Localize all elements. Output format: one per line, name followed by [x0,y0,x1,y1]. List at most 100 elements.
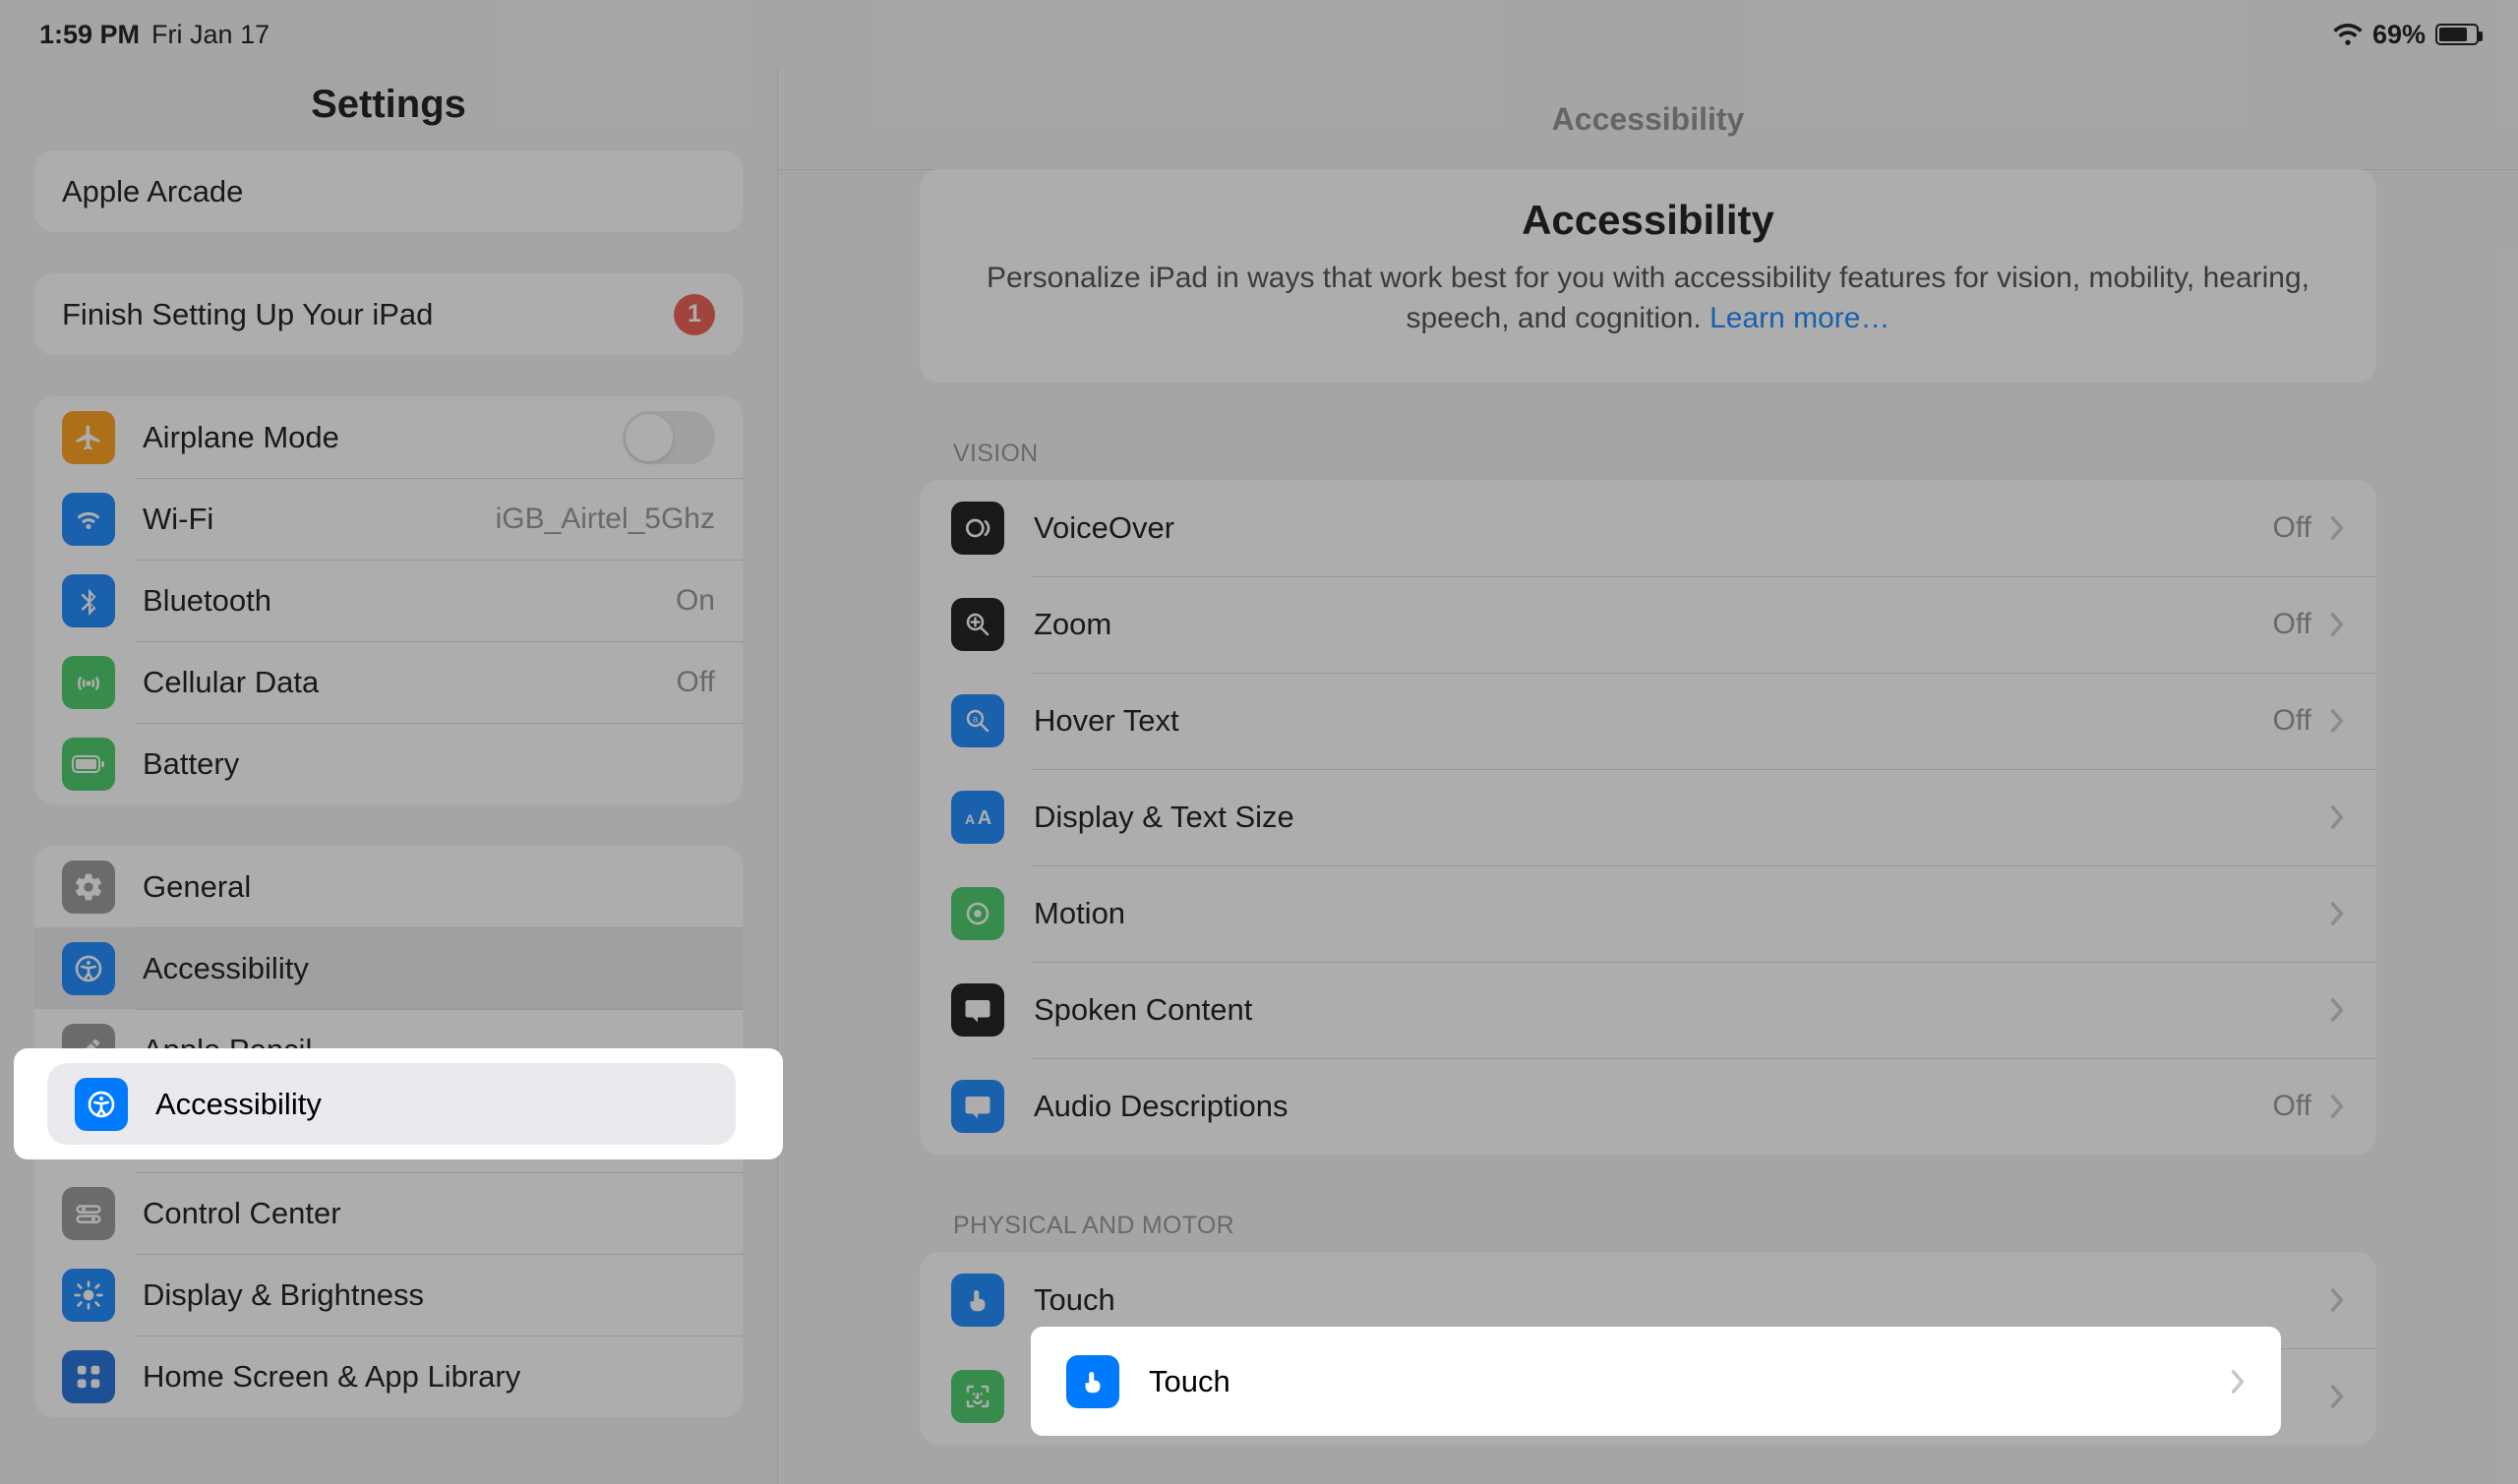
sidebar-item-bluetooth[interactable]: Bluetooth On [34,560,743,641]
sidebar-item-apple-arcade[interactable]: Apple Arcade [34,150,743,232]
gear-icon [62,861,115,914]
detail-item-hover-text[interactable]: a Hover Text Off [920,673,2376,769]
row-label: Finish Setting Up Your iPad [62,297,433,332]
settings-sidebar: Settings Apple Arcade Finish Setting Up … [0,69,777,1484]
row-value: Off [2273,511,2311,545]
zoom-icon [951,598,1004,651]
row-label: Audio Descriptions [1034,1089,1288,1124]
row-value: Off [2273,704,2311,738]
detail-item-display-text-size[interactable]: AA Display & Text Size [920,769,2376,865]
row-label: Control Center [143,1196,341,1231]
detail-item-spoken-content[interactable]: Spoken Content [920,962,2376,1058]
row-label: Motion [1034,896,1125,931]
text-size-icon: AA [951,791,1004,844]
home-grid-icon [62,1350,115,1403]
faceid-icon [951,1370,1004,1423]
camera-icon [62,1105,115,1158]
sidebar-item-apple-pencil[interactable]: Apple Pencil [34,1009,743,1091]
detail-pane: Accessibility Accessibility Personalize … [777,69,2518,1484]
status-date: Fri Jan 17 [151,20,270,50]
motion-icon [951,887,1004,940]
row-label: Accessibility [143,951,309,986]
sidebar-item-home-screen[interactable]: Home Screen & App Library [34,1336,743,1417]
status-bar: 1:59 PM Fri Jan 17 69% [0,0,2518,69]
audio-desc-icon [951,1080,1004,1133]
row-label: Apple Arcade [62,174,243,209]
sidebar-title: Settings [34,83,743,127]
airplane-icon [62,411,115,464]
row-label: Airplane Mode [143,420,339,455]
row-label: VoiceOver [1034,510,1174,546]
detail-item-voiceover[interactable]: VoiceOver Off [920,480,2376,576]
row-label: Touch [1034,1282,1115,1318]
section-vision-title: Vision [953,440,2376,468]
pencil-icon [62,1024,115,1077]
battery-icon [62,738,115,791]
wifi-icon [62,493,115,546]
row-value: Off [677,666,715,699]
hero-description: Personalize iPad in ways that work best … [963,258,2333,339]
hover-text-icon: a [951,694,1004,747]
detail-item-touch[interactable]: Touch [920,1252,2376,1348]
brightness-icon [62,1269,115,1322]
status-time: 1:59 PM [39,20,140,50]
svg-text:a: a [973,714,979,725]
row-label: Face ID & Attention [1034,1379,1296,1414]
row-label: Bluetooth [143,583,271,619]
sidebar-item-cellular[interactable]: Cellular Data Off [34,641,743,723]
bluetooth-icon [62,574,115,627]
chevron-right-icon [2329,515,2345,541]
svg-text:A: A [965,811,975,827]
battery-pct: 69% [2372,20,2426,50]
sidebar-item-accessibility[interactable]: Accessibility [34,927,743,1009]
row-label: Hover Text [1034,703,1179,739]
row-label: Cellular Data [143,665,319,700]
row-value: Off [2273,608,2311,641]
chevron-right-icon [2329,612,2345,637]
sidebar-item-display-brightness[interactable]: Display & Brightness [34,1254,743,1336]
sidebar-item-finish-setup[interactable]: Finish Setting Up Your iPad 1 [34,273,743,355]
notification-badge: 1 [674,294,715,335]
detail-item-audio-descriptions[interactable]: Audio Descriptions Off [920,1058,2376,1155]
chevron-right-icon [2329,1094,2345,1119]
wifi-icon [2333,24,2363,45]
detail-item-motion[interactable]: Motion [920,865,2376,962]
row-label: Display & Text Size [1034,800,1294,835]
airplane-toggle[interactable] [623,411,715,464]
spoken-content-icon [951,983,1004,1037]
sidebar-item-control-center[interactable]: Control Center [34,1172,743,1254]
sidebar-item-airplane-mode[interactable]: Airplane Mode [34,396,743,478]
voiceover-icon [951,502,1004,555]
chevron-right-icon [2329,901,2345,926]
row-value: On [676,584,715,618]
sidebar-item-wifi[interactable]: Wi-Fi iGB_Airtel_5Ghz [34,478,743,560]
chevron-right-icon [2329,804,2345,830]
sidebar-item-battery[interactable]: Battery [34,723,743,804]
row-label: Battery [143,746,239,782]
accessibility-hero: Accessibility Personalize iPad in ways t… [920,169,2376,383]
control-center-icon [62,1187,115,1240]
row-label: General [143,869,251,905]
chevron-right-icon [2329,1287,2345,1313]
sidebar-item-camera[interactable]: Camera [34,1091,743,1172]
chevron-right-icon [2329,997,2345,1023]
detail-item-faceid-attention[interactable]: Face ID & Attention [920,1348,2376,1445]
chevron-right-icon [2329,708,2345,734]
row-label: Zoom [1034,607,1111,642]
row-label: Apple Pencil [143,1033,312,1068]
section-motor-title: Physical and Motor [953,1212,2376,1240]
touch-icon [951,1274,1004,1327]
hero-title: Accessibility [963,197,2333,244]
row-value: Off [2273,1090,2311,1123]
row-label: Display & Brightness [143,1277,424,1313]
cellular-icon [62,656,115,709]
row-label: Spoken Content [1034,992,1252,1028]
row-label: Home Screen & App Library [143,1359,520,1395]
learn-more-link[interactable]: Learn more… [1709,302,1889,334]
row-label: Wi-Fi [143,502,213,537]
accessibility-icon [62,942,115,995]
sidebar-item-general[interactable]: General [34,846,743,927]
detail-item-zoom[interactable]: Zoom Off [920,576,2376,673]
row-value: iGB_Airtel_5Ghz [496,503,715,536]
battery-icon [2435,24,2479,45]
